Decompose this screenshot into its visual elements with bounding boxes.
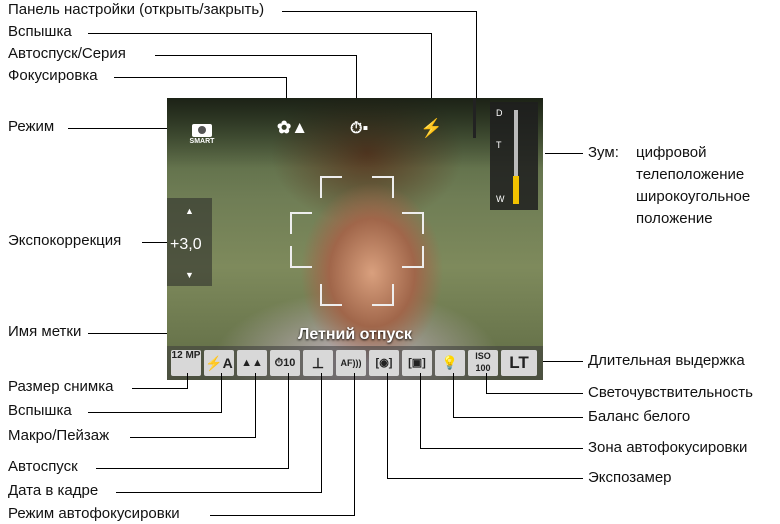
label-picture-size: Размер снимка xyxy=(8,378,114,395)
label-metering: Экспозамер xyxy=(588,469,672,486)
leader-flash-top xyxy=(88,33,432,34)
label-zoom-wide: широкоугольное xyxy=(636,188,751,205)
bracket-tl xyxy=(320,176,342,198)
label-selftimer: Автоспуск xyxy=(8,458,78,475)
label-af-mode: Режим автофокусировки xyxy=(8,505,180,522)
exposure-compensation-control[interactable]: ▲ +3,0 ▼ xyxy=(167,198,212,286)
leader-panel-v xyxy=(476,11,477,109)
selftimer-burst-icon[interactable]: ⏱▪ xyxy=(350,120,368,138)
bracket-mr xyxy=(402,212,424,234)
label-selftimer-top: Автоспуск/Серия xyxy=(8,45,126,62)
label-af-zone: Зона автофокусировки xyxy=(588,439,748,456)
label-long-exposure: Длительная выдержка xyxy=(588,352,745,369)
settings-panel-handle[interactable] xyxy=(473,98,476,138)
zoom-bar[interactable]: D T W xyxy=(490,102,538,210)
bracket-ml xyxy=(290,212,312,234)
bracket-bl2 xyxy=(320,284,342,306)
camera-mode-icon[interactable]: SMART xyxy=(187,118,217,146)
flash-mode-icon[interactable]: ⚡A xyxy=(204,350,234,376)
leader-af-mode-v xyxy=(354,373,355,515)
label-zoom-digital: цифровой xyxy=(636,144,707,161)
date-stamp-icon[interactable]: ⊥ xyxy=(303,350,333,376)
bracket-br xyxy=(402,246,424,268)
label-flash-bottom: Вспышка xyxy=(8,402,72,419)
label-zoom-wide2: положение xyxy=(636,210,713,227)
ev-up-arrow-icon[interactable]: ▲ xyxy=(185,206,194,216)
label-tag-name: Имя метки xyxy=(8,323,82,340)
picture-size-icon[interactable]: 12 MP xyxy=(171,350,201,376)
label-panel: Панель настройки (открыть/закрыть) xyxy=(8,1,265,18)
label-date-stamp: Дата в кадре xyxy=(8,482,99,499)
long-exposure-icon[interactable]: LT xyxy=(501,350,537,376)
tag-name-text: Летний отпуск xyxy=(298,326,412,343)
leader-selftimer-top xyxy=(155,55,357,56)
label-focus-top: Фокусировка xyxy=(8,67,98,84)
zoom-digital-mark: D xyxy=(496,108,503,118)
focus-mode-icon[interactable]: ✿▲ xyxy=(277,118,308,138)
af-frame-brackets xyxy=(290,176,424,306)
leader-selftimer-v xyxy=(288,373,289,468)
leader-af-zone xyxy=(420,448,583,449)
leader-macro xyxy=(130,437,256,438)
white-balance-icon[interactable]: 💡 xyxy=(435,350,465,376)
leader-focus-top xyxy=(114,77,287,78)
zoom-level-fill xyxy=(513,176,519,204)
leader-iso-v xyxy=(486,373,487,394)
bracket-bl xyxy=(290,246,312,268)
label-flash-top: Вспышка xyxy=(8,23,72,40)
leader-af-zone-v xyxy=(420,373,421,449)
camera-lens-shape xyxy=(198,126,206,134)
leader-picture-size xyxy=(132,388,188,389)
af-zone-icon[interactable]: [▣] xyxy=(402,350,432,376)
leader-af-mode xyxy=(210,515,355,516)
flash-icon[interactable]: ⚡ xyxy=(420,118,442,139)
leader-wb-v xyxy=(453,373,454,418)
ev-down-arrow-icon[interactable]: ▼ xyxy=(185,270,194,280)
label-zoom-tele: телеположение xyxy=(636,166,745,183)
camera-lcd-screen: SMART ✿▲ ⏱▪ ⚡ D T W ▲ +3,0 ▼ Летний отпу… xyxy=(167,98,543,380)
leader-date-stamp-v xyxy=(321,373,322,492)
leader-flash-bottom xyxy=(88,412,222,413)
leader-panel xyxy=(282,11,477,12)
zoom-tele-mark: T xyxy=(496,140,502,150)
label-iso: Светочувствительность xyxy=(588,384,753,401)
leader-macro-v xyxy=(255,373,256,437)
leader-metering xyxy=(387,478,583,479)
ev-value: +3,0 xyxy=(170,236,202,253)
leader-zoom xyxy=(545,153,583,154)
label-ev: Экспокоррекция xyxy=(8,232,122,249)
af-mode-icon[interactable]: AF))) xyxy=(336,350,366,376)
label-wb: Баланс белого xyxy=(588,408,691,425)
label-mode: Режим xyxy=(8,118,55,135)
leader-date-stamp xyxy=(116,492,322,493)
iso-icon[interactable]: ISO 100 xyxy=(468,350,498,376)
bracket-br2 xyxy=(372,284,394,306)
leader-selftimer xyxy=(96,468,289,469)
zoom-wide-mark: W xyxy=(496,194,505,204)
mode-text: SMART xyxy=(189,138,215,145)
leader-flash-bottom-v xyxy=(221,373,222,412)
label-zoom-title: Зум: xyxy=(588,144,619,161)
leader-wb xyxy=(453,417,583,418)
leader-mode xyxy=(68,128,178,129)
selftimer-icon[interactable]: ⏱10 xyxy=(270,350,300,376)
leader-picture-size-v xyxy=(187,373,188,388)
label-macro: Макро/Пейзаж xyxy=(8,427,110,444)
macro-landscape-icon[interactable]: ▲▲ xyxy=(237,350,267,376)
leader-iso xyxy=(486,393,583,394)
bracket-tr xyxy=(372,176,394,198)
leader-long-exposure xyxy=(543,361,583,362)
metering-icon[interactable]: [◉] xyxy=(369,350,399,376)
leader-metering-v xyxy=(387,373,388,479)
